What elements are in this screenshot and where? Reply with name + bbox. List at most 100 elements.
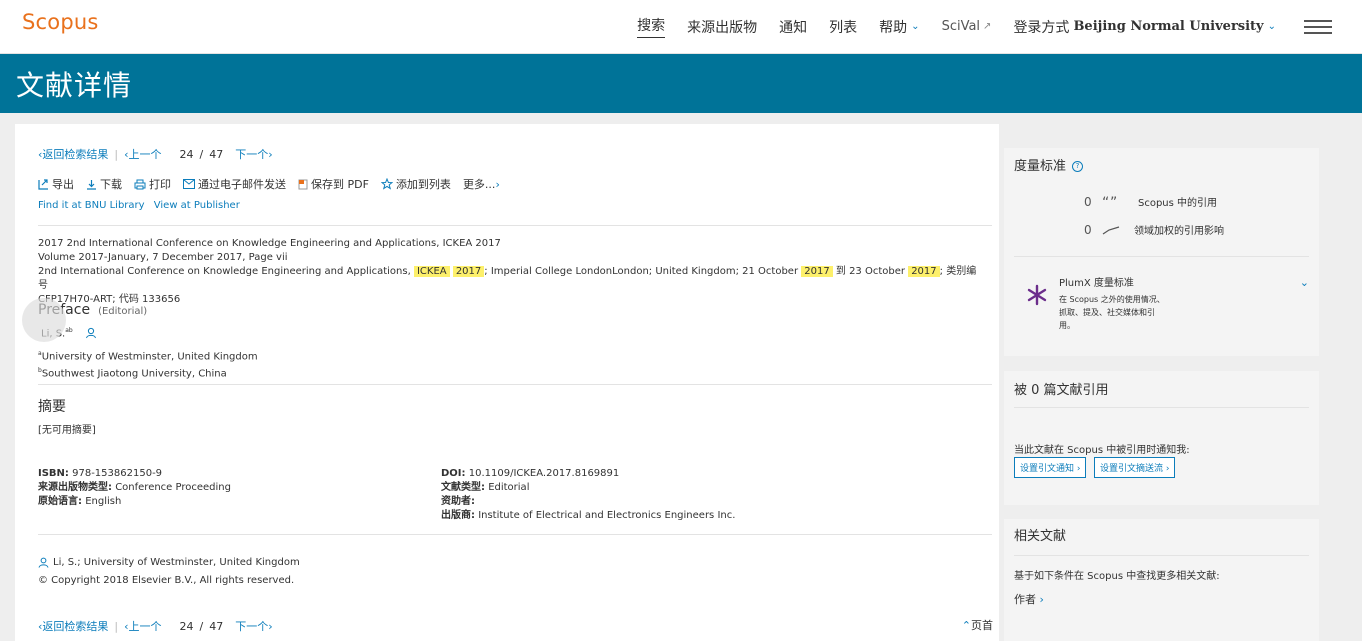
related-heading: 相关文献 <box>1014 529 1067 544</box>
cursor-highlight <box>22 298 66 342</box>
related-authors-link[interactable]: 作者 › <box>1014 591 1044 607</box>
metrics-panel: 度量标准? 0 “” Scopus 中的引用 0 领域加权的引用影响 PlumX… <box>1004 148 1319 356</box>
next-link[interactable]: 下一个› <box>235 618 272 634</box>
fwci[interactable]: 0 领域加权的引用影响 <box>1084 222 1224 238</box>
print-icon <box>134 179 146 189</box>
quote-icon: “” <box>1102 196 1117 208</box>
nav-search[interactable]: 搜索 <box>637 15 666 38</box>
metadata-right: DOI: 10.1109/ICKEA.2017.8169891 文献类型: Ed… <box>441 467 735 523</box>
result-counter: 24/47 <box>179 619 224 633</box>
conference-details: 2nd International Conference on Knowledg… <box>38 266 977 291</box>
help-icon[interactable]: ? <box>1072 161 1084 172</box>
back-to-top-link[interactable]: ⌃页首 <box>962 617 993 633</box>
external-link-icon: ↗ <box>983 21 992 32</box>
nav-sources[interactable]: 来源出版物 <box>687 17 757 37</box>
metrics-heading: 度量标准? <box>1014 155 1084 174</box>
affiliations: aUniversity of Westminster, United Kingd… <box>38 347 258 382</box>
login-prefix: 登录方式 <box>1013 19 1070 36</box>
main-nav: 搜索 来源出版物 通知 列表 帮助 ⌄ SciVal ↗ 登录方式 Beijin… <box>615 0 1332 53</box>
chevron-down-icon: ⌄ <box>911 21 920 32</box>
conference-info: 2017 2nd International Conference on Kno… <box>38 237 978 307</box>
metadata-left: ISBN: 978-153862150-9 来源出版物类型: Conferenc… <box>38 467 231 509</box>
volume-info: Volume 2017-January, 7 December 2017, Pa… <box>38 252 288 263</box>
doc-type-row: 文献类型: Editorial <box>441 482 530 493</box>
publisher-row: 出版商: Institute of Electrical and Electro… <box>441 510 736 521</box>
citation-count[interactable]: 0 “” Scopus 中的引用 <box>1084 194 1217 210</box>
save-pdf-button[interactable]: 保存到 PDF <box>298 176 369 192</box>
search-highlight: 2017 <box>452 266 485 277</box>
envelope-icon <box>183 179 195 189</box>
page-header-band: 文献详情 <box>0 54 1362 113</box>
doi-row: DOI: 10.1109/ICKEA.2017.8169891 <box>441 468 620 479</box>
top-navigation: Scopus 搜索 来源出版物 通知 列表 帮助 ⌄ SciVal ↗ 登录方式… <box>0 0 1362 54</box>
divider <box>38 384 992 385</box>
cited-by-notify-text: 当此文献在 Scopus 中被引用时通知我: <box>1014 445 1190 456</box>
divider <box>38 225 992 226</box>
next-link[interactable]: 下一个› <box>235 146 272 162</box>
source-type-row: 来源出版物类型: Conference Proceeding <box>38 482 231 493</box>
affiliation-b: bSouthwest Jiaotong University, China <box>38 367 227 380</box>
conference-name: 2017 2nd International Conference on Kno… <box>38 238 501 249</box>
nav-scival-label: SciVal <box>941 19 981 34</box>
download-icon <box>87 179 96 190</box>
previous-link[interactable]: ‹上一个 <box>124 618 161 634</box>
divider: | <box>114 619 119 633</box>
access-links: Find it at BNU Library View at Publisher <box>38 200 246 211</box>
conference-code: CFP17H70-ART; 代码 133656 <box>38 294 181 305</box>
affiliation-a: aUniversity of Westminster, United Kingd… <box>38 350 258 363</box>
search-highlight: ICKEA <box>413 266 450 277</box>
set-citation-feed-button[interactable]: 设置引文摘送流 › <box>1094 457 1176 478</box>
nav-login[interactable]: 登录方式 Beijing Normal University ⌄ <box>1013 17 1276 37</box>
isbn-row: ISBN: 978-153862150-9 <box>38 468 163 479</box>
page-title: 文献详情 <box>16 69 133 102</box>
chevron-down-icon[interactable]: ⌄ <box>1300 276 1309 289</box>
plumx-title[interactable]: PlumX 度量标准 <box>1059 274 1134 289</box>
search-highlight: 2017 <box>801 266 833 277</box>
copyright-notice: © Copyright 2018 Elsevier B.V., All righ… <box>38 575 295 586</box>
hamburger-menu-icon[interactable] <box>1304 19 1332 34</box>
scopus-logo[interactable]: Scopus <box>22 10 99 34</box>
result-counter: 24/47 <box>179 147 224 161</box>
nav-help-label: 帮助 <box>879 19 908 36</box>
library-link[interactable]: Find it at BNU Library <box>38 200 145 211</box>
search-highlight: 2017 <box>908 266 940 277</box>
export-button[interactable]: 导出 <box>38 176 74 192</box>
add-to-list-button[interactable]: 添加到列表 <box>380 176 451 192</box>
abstract-heading: 摘要 <box>38 399 66 415</box>
export-icon <box>38 178 48 190</box>
language-row: 原始语言: English <box>38 496 122 507</box>
print-button[interactable]: 打印 <box>134 176 171 192</box>
plumx-icon <box>1026 284 1048 310</box>
divider <box>1014 555 1309 556</box>
nav-scival[interactable]: SciVal ↗ <box>942 19 992 34</box>
nav-help[interactable]: 帮助 ⌄ <box>879 17 919 37</box>
nav-alerts[interactable]: 通知 <box>779 17 807 37</box>
institution-name: Beijing Normal University <box>1073 19 1264 34</box>
document-toolbar: 导出 下载 打印 通过电子邮件发送 保存到 PDF 添加到列表 更多... › <box>38 176 512 192</box>
download-button[interactable]: 下载 <box>86 176 122 192</box>
pdf-icon <box>298 179 308 189</box>
divider <box>1014 407 1309 408</box>
abstract-text: [无可用摘要] <box>38 425 96 436</box>
more-button[interactable]: 更多... › <box>463 176 500 192</box>
back-to-results-link[interactable]: ‹返回检索结果 <box>38 618 108 634</box>
publisher-link[interactable]: View at Publisher <box>154 200 240 211</box>
cited-by-heading: 被 0 篇文献引用 <box>1014 383 1109 398</box>
divider: | <box>114 147 119 161</box>
author-profile-icon[interactable] <box>85 327 97 339</box>
result-pager-top: ‹返回检索结果 | ‹上一个 24/47 下一个› <box>38 146 273 162</box>
cited-by-panel: 被 0 篇文献引用 当此文献在 Scopus 中被引用时通知我: 设置引文通知 … <box>1004 371 1319 505</box>
document-type: (Editorial) <box>98 306 148 317</box>
previous-link[interactable]: ‹上一个 <box>124 146 161 162</box>
set-citation-alert-button[interactable]: 设置引文通知 › <box>1014 457 1087 478</box>
star-icon <box>380 178 393 190</box>
trend-icon <box>1102 225 1120 234</box>
svg-text:”: ” <box>1110 196 1117 208</box>
result-pager-bottom: ‹返回检索结果 | ‹上一个 24/47 下一个› <box>38 618 273 634</box>
person-icon <box>38 557 49 568</box>
email-button[interactable]: 通过电子邮件发送 <box>183 176 286 192</box>
sponsor-row: 资助者: <box>441 496 475 507</box>
back-to-results-link[interactable]: ‹返回检索结果 <box>38 146 108 162</box>
nav-lists[interactable]: 列表 <box>829 17 857 37</box>
svg-text:“: “ <box>1102 196 1109 208</box>
